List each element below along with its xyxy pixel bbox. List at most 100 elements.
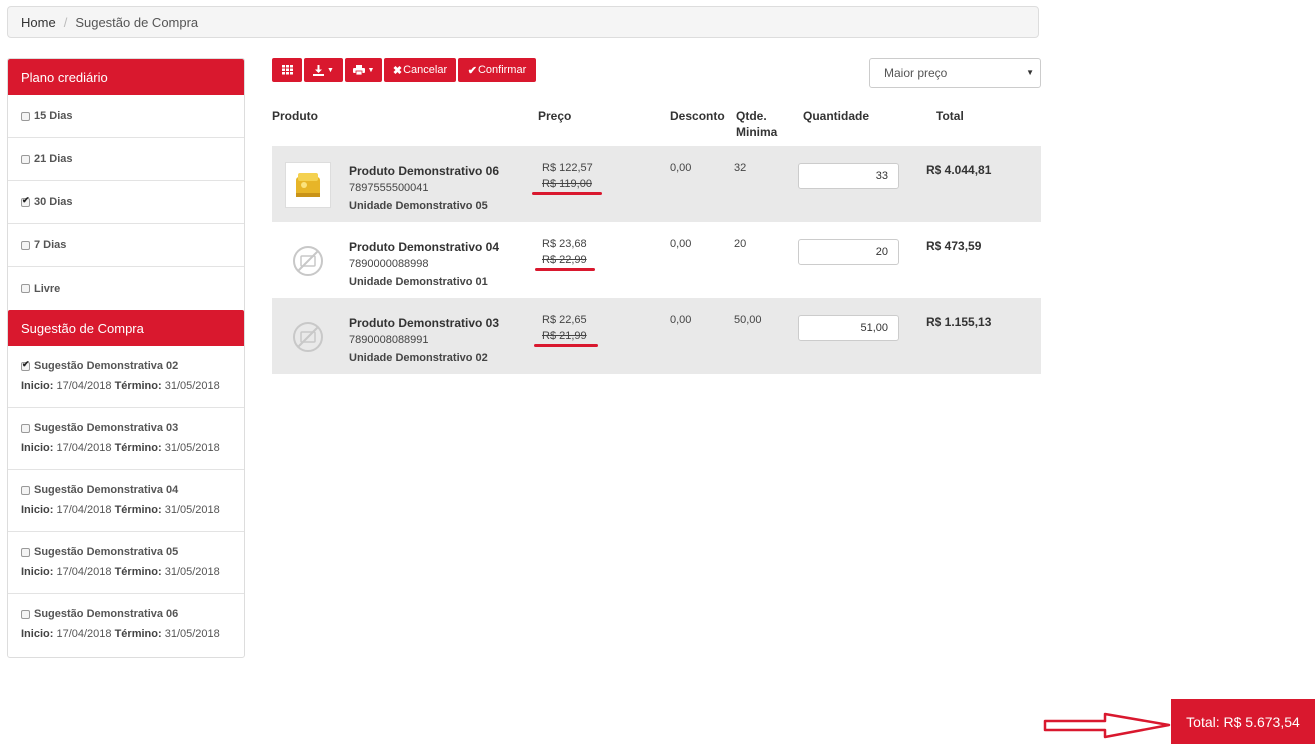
quantity-input[interactable]: 51,00 (798, 315, 899, 341)
suggestion-dates: Inicio: 17/04/2018 Término: 31/05/2018 (21, 566, 220, 578)
plan-item-7-dias[interactable]: 7 Dias (8, 224, 244, 267)
product-code: 7890008088991 (349, 334, 429, 346)
plan-label: 15 Dias (34, 110, 73, 122)
table-row: Produto Demonstrativo 04 7890000088998 U… (272, 222, 1041, 298)
plan-item-15-dias[interactable]: 15 Dias (8, 95, 244, 138)
row-total: R$ 1.155,13 (926, 315, 992, 329)
product-old-price: R$ 21,99 (542, 330, 587, 342)
print-dropdown-button[interactable]: ▼ (345, 58, 382, 82)
product-old-price: R$ 22,99 (542, 254, 587, 266)
product-price: R$ 23,68 (542, 238, 587, 250)
suggestion-dates: Inicio: 17/04/2018 Término: 31/05/2018 (21, 380, 220, 392)
sort-select[interactable]: Maior preço ▼ (869, 58, 1041, 88)
product-unit: Unidade Demonstrativo 05 (349, 200, 488, 212)
product-min-qty: 50,00 (734, 314, 762, 326)
suggestion-item[interactable]: Sugestão Demonstrativa 03 Inicio: 17/04/… (8, 408, 244, 470)
sort-selected-value: Maior preço (884, 66, 948, 80)
no-image-icon (285, 238, 331, 284)
grid-view-button[interactable] (272, 58, 302, 82)
suggestion-item[interactable]: Sugestão Demonstrativa 02 Inicio: 17/04/… (8, 346, 244, 408)
suggestion-item[interactable]: Sugestão Demonstrativa 04 Inicio: 17/04/… (8, 470, 244, 532)
confirm-button[interactable]: ✔ Confirmar (458, 58, 536, 82)
suggestion-checkbox[interactable] (21, 547, 30, 557)
check-icon: ✔ (467, 64, 477, 77)
toolbar: ▼ ▼ ✖ Cancelar ✔ Confirmar (272, 58, 536, 82)
breadcrumb-current: Sugestão de Compra (75, 14, 199, 30)
suggestion-item[interactable]: Sugestão Demonstrativa 05 Inicio: 17/04/… (8, 532, 244, 594)
suggestion-name: Sugestão Demonstrativa 03 (34, 422, 179, 434)
product-name: Produto Demonstrativo 06 (349, 164, 500, 178)
dropdown-arrow-icon: ▼ (1026, 68, 1034, 77)
product-image (285, 162, 331, 208)
product-old-price: R$ 119,00 (542, 178, 592, 190)
price-underline-annotation (535, 268, 595, 271)
product-name: Produto Demonstrativo 04 (349, 240, 500, 254)
product-price: R$ 122,57 (542, 162, 593, 174)
grand-total-badge: Total: R$ 5.673,54 (1171, 699, 1315, 744)
suggestion-checkbox[interactable] (21, 423, 30, 433)
breadcrumb: Home / Sugestão de Compra (7, 6, 1039, 38)
cancel-button[interactable]: ✖ Cancelar (384, 58, 456, 82)
breadcrumb-separator: / (63, 14, 68, 30)
quantity-input[interactable]: 33 (798, 163, 899, 189)
plan-label: 21 Dias (34, 153, 73, 165)
product-code: 7890000088998 (349, 258, 429, 270)
table-row: Produto Demonstrativo 03 7890008088991 U… (272, 298, 1041, 374)
suggestion-name: Sugestão Demonstrativa 06 (34, 608, 179, 620)
table-row: Produto Demonstrativo 06 7897555500041 U… (272, 146, 1041, 222)
download-dropdown-button[interactable]: ▼ (304, 58, 343, 82)
row-total: R$ 473,59 (926, 239, 982, 253)
quantity-input[interactable]: 20 (798, 239, 899, 265)
suggestion-dates: Inicio: 17/04/2018 Término: 31/05/2018 (21, 628, 220, 640)
product-price: R$ 22,65 (542, 314, 587, 326)
suggestion-name: Sugestão Demonstrativa 04 (34, 484, 179, 496)
plan-item-21-dias[interactable]: 21 Dias (8, 138, 244, 181)
suggestion-item[interactable]: Sugestão Demonstrativa 06 Inicio: 17/04/… (8, 594, 244, 656)
header-price: Preço (538, 109, 572, 123)
confirm-label: Confirmar (477, 64, 527, 76)
product-discount: 0,00 (670, 162, 692, 174)
header-product: Produto (272, 109, 318, 123)
suggestion-panel-title: Sugestão de Compra (8, 310, 244, 346)
product-discount: 0,00 (670, 314, 692, 326)
caret-down-icon: ▼ (327, 66, 334, 74)
header-min-qty: Qtde. Minima (736, 109, 778, 139)
arrow-right-icon (1043, 712, 1171, 739)
plan-label: 30 Dias (34, 196, 73, 208)
product-unit: Unidade Demonstrativo 01 (349, 276, 488, 288)
suggestion-dates: Inicio: 17/04/2018 Término: 31/05/2018 (21, 504, 220, 516)
plan-checkbox-checked[interactable] (21, 195, 30, 207)
sidebar: Plano crediário 15 Dias 21 Dias 30 Dias … (7, 58, 245, 658)
product-code: 7897555500041 (349, 182, 429, 194)
plan-checkbox[interactable] (21, 240, 30, 250)
breadcrumb-home-link[interactable]: Home (21, 15, 56, 30)
plan-panel-title: Plano crediário (8, 59, 244, 95)
price-underline-annotation (534, 344, 598, 347)
suggestion-checkbox[interactable] (21, 609, 30, 619)
plan-item-livre[interactable]: Livre (8, 267, 244, 310)
plan-checkbox[interactable] (21, 154, 30, 164)
plan-label: Livre (34, 282, 61, 295)
caret-down-icon: ▼ (367, 66, 375, 74)
plan-checkbox[interactable] (21, 111, 30, 121)
print-icon (352, 65, 365, 75)
product-unit: Unidade Demonstrativo 02 (349, 352, 488, 364)
plan-item-30-dias[interactable]: 30 Dias (8, 181, 244, 224)
suggestion-checkbox[interactable] (21, 485, 30, 495)
grid-icon (281, 65, 293, 75)
cancel-label: Cancelar (403, 64, 448, 76)
product-min-qty: 32 (734, 162, 747, 174)
row-total: R$ 4.044,81 (926, 163, 992, 177)
suggestion-dates: Inicio: 17/04/2018 Término: 31/05/2018 (21, 442, 220, 454)
suggestion-name: Sugestão Demonstrativa 05 (34, 546, 179, 558)
product-min-qty: 20 (734, 238, 747, 250)
download-icon (313, 64, 325, 76)
plan-checkbox[interactable] (21, 284, 30, 293)
product-discount: 0,00 (670, 238, 692, 250)
header-total: Total (936, 109, 964, 123)
suggestion-checkbox-checked[interactable] (21, 359, 30, 371)
no-image-icon (285, 314, 331, 360)
close-icon: ✖ (392, 64, 403, 77)
price-underline-annotation (532, 192, 602, 195)
product-name: Produto Demonstrativo 03 (349, 316, 500, 330)
